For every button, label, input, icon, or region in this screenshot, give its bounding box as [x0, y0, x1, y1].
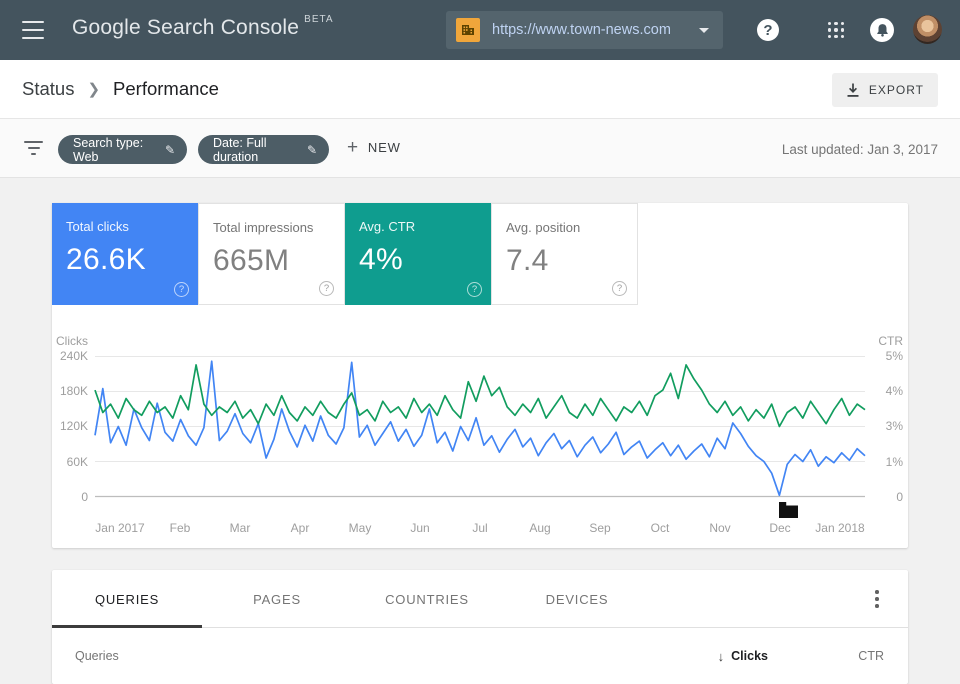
menu-icon[interactable] [22, 21, 44, 39]
edit-pencil-icon: ✎ [306, 142, 317, 157]
column-clicks-sorted[interactable]: ↓ Clicks [718, 649, 768, 664]
help-icon: ? [757, 19, 779, 41]
metric-cards: Total clicks 26.6K ? Total impressions 6… [52, 203, 638, 305]
left-axis-title: Clicks [56, 334, 88, 348]
x-tick: Feb [169, 521, 191, 535]
property-icon [456, 18, 480, 42]
metric-help-icon[interactable]: ? [174, 282, 189, 297]
metric-help-icon[interactable]: ? [467, 282, 482, 297]
chevron-down-icon [699, 27, 709, 33]
metric-total-clicks[interactable]: Total clicks 26.6K ? [52, 203, 199, 305]
x-tick: Jun [410, 521, 430, 535]
metric-help-icon[interactable]: ? [319, 281, 334, 296]
tab-countries[interactable]: COUNTRIES [352, 570, 502, 628]
breadcrumb: Status ❯ Performance [22, 78, 219, 100]
more-options-icon[interactable] [868, 589, 886, 609]
plus-icon: + [347, 137, 359, 158]
y-tick: 60K [66, 455, 88, 469]
bell-icon [870, 18, 894, 42]
property-selector[interactable]: https://www.town-news.com [446, 11, 723, 49]
x-tick: Dec [769, 521, 791, 535]
app-logo: Google Search Console BETA [72, 14, 334, 40]
performance-card: Total clicks 26.6K ? Total impressions 6… [52, 203, 908, 548]
y-tick: 240K [59, 349, 88, 363]
x-tick: Jul [472, 521, 488, 535]
chart-plot [94, 356, 866, 498]
breadcrumb-separator: ❯ [87, 81, 101, 98]
x-tick: Mar [229, 521, 251, 535]
notifications-button[interactable] [870, 18, 894, 42]
x-tick: Nov [709, 521, 731, 535]
breadcrumb-status[interactable]: Status [22, 78, 74, 100]
right-axis-title: CTR [878, 334, 903, 348]
logo-google: Google [72, 16, 141, 39]
x-tick: Oct [650, 521, 670, 535]
property-url: https://www.town-news.com [492, 22, 671, 38]
apps-grid-icon [828, 22, 845, 39]
metric-total-impressions[interactable]: Total impressions 665M ? [198, 203, 345, 305]
tab-pages[interactable]: PAGES [202, 570, 352, 628]
filter-list-icon[interactable] [24, 141, 43, 155]
y-tick: 120K [59, 419, 88, 433]
x-tick: Aug [529, 521, 551, 535]
y-tick: 0 [896, 490, 903, 504]
edit-pencil-icon: ✎ [164, 142, 175, 157]
metric-avg-position[interactable]: Avg. position 7.4 ? [491, 203, 638, 305]
column-ctr: CTR [858, 649, 884, 663]
y-tick: 0 [81, 490, 88, 504]
breadcrumb-bar: Status ❯ Performance EXPORT [0, 60, 960, 119]
y-tick: 3% [885, 419, 903, 433]
logo-beta-badge: BETA [304, 14, 334, 25]
dimension-tabs: QUERIES PAGES COUNTRIES DEVICES [52, 570, 908, 628]
y-tick: 1% [885, 455, 903, 469]
filter-chip-date[interactable]: Date: Full duration ✎ [198, 135, 329, 164]
metric-help-icon[interactable]: ? [612, 281, 627, 296]
x-tick: Jan 2017 [95, 521, 145, 535]
sort-down-icon: ↓ [717, 648, 725, 664]
series-clicks [94, 360, 866, 497]
x-tick: Jan 2018 [815, 521, 865, 535]
app-header: Google Search Console BETA https://www.tow… [0, 0, 960, 60]
table-header-row: Queries ↓ Clicks CTR [52, 628, 908, 684]
x-tick: Apr [290, 521, 310, 535]
tab-queries[interactable]: QUERIES [52, 570, 202, 628]
y-tick: 4% [885, 384, 903, 398]
x-tick: Sep [589, 521, 611, 535]
account-avatar[interactable] [913, 15, 942, 44]
logo-product: Search Console [146, 16, 300, 39]
help-button[interactable]: ? [757, 19, 781, 43]
y-tick: 180K [59, 384, 88, 398]
last-updated-text: Last updated: Jan 3, 2017 [781, 142, 938, 157]
filter-chip-search-type[interactable]: Search type: Web ✎ [58, 135, 187, 164]
dimensions-card: QUERIES PAGES COUNTRIES DEVICES Queries … [52, 570, 908, 684]
building-icon [462, 25, 474, 35]
x-tick: May [348, 521, 372, 535]
y-tick: 5% [885, 349, 903, 363]
column-queries: Queries [75, 649, 119, 663]
page-title: Performance [113, 78, 219, 99]
apps-grid-button[interactable] [824, 18, 848, 42]
metric-avg-ctr[interactable]: Avg. CTR 4% ? [345, 203, 492, 305]
pointer-cursor-artifact [779, 502, 798, 518]
new-filter-button[interactable]: + NEW [347, 138, 401, 157]
download-icon [847, 83, 859, 97]
tab-devices[interactable]: DEVICES [502, 570, 652, 628]
export-button[interactable]: EXPORT [831, 73, 938, 107]
